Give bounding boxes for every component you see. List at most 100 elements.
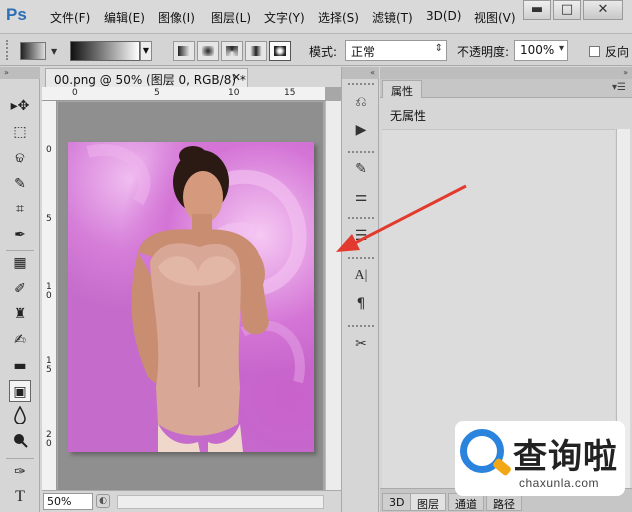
menu-type[interactable]: 文字(Y) bbox=[264, 9, 305, 26]
menu-view[interactable]: 视图(V) bbox=[474, 9, 516, 26]
tab-layers[interactable]: 图层 bbox=[410, 493, 446, 511]
panel-collapse-icon[interactable]: « bbox=[342, 67, 379, 79]
panel-menu-icon[interactable]: ▾☰ bbox=[612, 82, 626, 93]
properties-tab-bar: 属性 ▾☰ bbox=[380, 79, 632, 98]
menu-edit[interactable]: 编辑(E) bbox=[104, 9, 145, 26]
tab-properties[interactable]: 属性 bbox=[382, 80, 422, 98]
opacity-value: 100% bbox=[520, 43, 555, 57]
type-icon[interactable]: T bbox=[9, 486, 31, 508]
ruler-tick-label: 5 bbox=[154, 88, 160, 98]
brush-icon[interactable]: ✐ bbox=[9, 278, 31, 300]
horizontal-scrollbar[interactable] bbox=[117, 495, 324, 509]
panel-grip[interactable] bbox=[348, 217, 374, 221]
lasso-icon[interactable]: ଢ bbox=[9, 147, 31, 169]
gradient-picker-dropdown[interactable]: ▼ bbox=[140, 41, 152, 61]
toolbox-collapse-icon[interactable]: » bbox=[0, 67, 40, 79]
toolbox: » ▸✥ ⬚ ଢ ✎ ⌗ ✒ ▦ ✐ ♜ ✍ ▬ ▣ ✑ T bbox=[0, 67, 40, 512]
gradient-editor-swatch[interactable] bbox=[70, 41, 140, 61]
chevron-down-icon: ▾ bbox=[558, 43, 564, 54]
ruler-tick-label: 15 bbox=[284, 88, 296, 98]
vertical-scrollbar[interactable] bbox=[325, 101, 341, 490]
dodge-shape bbox=[14, 434, 28, 448]
maximize-button[interactable]: □ bbox=[553, 0, 581, 20]
character-panel-icon[interactable]: A| bbox=[350, 265, 372, 287]
quick-select-icon[interactable]: ✎ bbox=[9, 173, 31, 195]
reverse-checkbox[interactable] bbox=[589, 46, 600, 57]
model-photo bbox=[86, 144, 307, 452]
close-icon[interactable]: ✕ bbox=[232, 71, 241, 84]
history-panel-icon[interactable]: ⎌ bbox=[350, 91, 372, 113]
menu-filter[interactable]: 滤镜(T) bbox=[372, 9, 413, 26]
paragraph-panel-icon[interactable]: ¶ bbox=[350, 293, 372, 315]
tool-presets-panel-icon[interactable]: ✂ bbox=[350, 333, 372, 355]
reflected-gradient-icon bbox=[250, 46, 262, 56]
blend-mode-select[interactable]: 正常 ⇕ bbox=[345, 40, 447, 61]
ruler-tick-label: 0 bbox=[46, 145, 52, 155]
linear-gradient-icon bbox=[178, 46, 190, 56]
status-info-icon[interactable]: ◐ bbox=[96, 494, 110, 508]
blur-icon[interactable] bbox=[9, 405, 31, 428]
minimize-button[interactable]: ▬ bbox=[523, 0, 551, 20]
panel-collapse-icon[interactable]: » bbox=[380, 67, 632, 79]
angle-gradient-button[interactable] bbox=[221, 41, 243, 61]
reverse-label: 反向 bbox=[605, 45, 630, 59]
toolbox-divider bbox=[6, 250, 34, 251]
zoom-field[interactable]: 50% bbox=[43, 493, 93, 510]
toolbox-divider bbox=[6, 458, 34, 459]
tool-preset-picker[interactable] bbox=[20, 42, 46, 60]
document-tab-title: 00.png @ 50% (图层 0, RGB/8) * bbox=[54, 73, 246, 87]
eraser-icon[interactable]: ▬ bbox=[9, 355, 31, 377]
actions-panel-icon[interactable]: ▶ bbox=[350, 119, 372, 141]
canvas-image[interactable] bbox=[68, 142, 314, 452]
ruler-tick-label: 10 bbox=[228, 88, 240, 98]
layer-comps-panel-icon[interactable]: ☰ bbox=[350, 225, 372, 247]
panel-grip[interactable] bbox=[348, 325, 374, 329]
watermark-chinese-text: 查询啦 bbox=[513, 437, 618, 477]
adjustments-panel-icon[interactable]: ⚌ bbox=[350, 186, 372, 208]
properties-content: 无属性 bbox=[390, 109, 427, 123]
photoshop-logo: Ps bbox=[6, 5, 27, 24]
watermark-url: chaxunla.com bbox=[519, 476, 600, 490]
marquee-icon[interactable]: ⬚ bbox=[9, 121, 31, 143]
reflected-gradient-button[interactable] bbox=[245, 41, 267, 61]
menu-3d[interactable]: 3D(D) bbox=[426, 9, 461, 23]
angle-gradient-icon bbox=[226, 46, 238, 56]
chevron-down-icon[interactable]: ▼ bbox=[51, 47, 57, 56]
radial-gradient-button[interactable] bbox=[197, 41, 219, 61]
vertical-ruler[interactable]: 0 5 1 0 1 5 2 0 bbox=[42, 101, 57, 490]
panel-icon-column: « ⎌ ▶ ✎ ⚌ ☰ A| ¶ ✂ bbox=[341, 67, 379, 512]
updown-arrow-icon: ⇕ bbox=[434, 43, 443, 54]
blur-drop-shape bbox=[14, 405, 26, 425]
panel-grip[interactable] bbox=[348, 83, 374, 87]
options-bar-grip[interactable] bbox=[6, 40, 10, 60]
panel-grip[interactable] bbox=[348, 257, 374, 261]
menu-select[interactable]: 选择(S) bbox=[318, 9, 359, 26]
eyedropper-icon[interactable]: ✒ bbox=[9, 224, 31, 246]
opacity-field[interactable]: 100% ▾ bbox=[514, 40, 568, 61]
menu-layer[interactable]: 图层(L) bbox=[211, 9, 251, 26]
move-icon[interactable]: ▸✥ bbox=[9, 95, 31, 117]
tab-3d[interactable]: 3D bbox=[382, 493, 412, 511]
pen-icon[interactable]: ✑ bbox=[9, 461, 31, 483]
gradient-icon[interactable]: ▣ bbox=[9, 380, 31, 402]
dodge-icon[interactable] bbox=[9, 431, 31, 453]
panel-grip[interactable] bbox=[348, 151, 374, 155]
menu-file[interactable]: 文件(F) bbox=[50, 9, 90, 26]
ruler-tick-label: 1 0 bbox=[46, 282, 52, 301]
history-brush-icon[interactable]: ✍ bbox=[9, 329, 31, 351]
watermark-search-icon bbox=[460, 429, 504, 473]
healing-brush-icon[interactable]: ▦ bbox=[9, 252, 31, 274]
close-button[interactable]: ✕ bbox=[583, 0, 623, 20]
crop-icon[interactable]: ⌗ bbox=[9, 198, 31, 220]
ruler-tick-label: 5 bbox=[46, 214, 52, 224]
blend-mode-value: 正常 bbox=[351, 45, 376, 59]
document-tab[interactable]: 00.png @ 50% (图层 0, RGB/8) * ✕ bbox=[45, 68, 248, 87]
brush-presets-panel-icon[interactable]: ✎ bbox=[350, 158, 372, 180]
clone-stamp-icon[interactable]: ♜ bbox=[9, 303, 31, 325]
diamond-gradient-button[interactable] bbox=[269, 41, 291, 61]
horizontal-ruler[interactable]: 0 5 10 15 bbox=[42, 87, 325, 101]
linear-gradient-button[interactable] bbox=[173, 41, 195, 61]
diamond-gradient-icon bbox=[274, 46, 286, 56]
menu-image[interactable]: 图像(I) bbox=[158, 9, 195, 26]
radial-gradient-icon bbox=[202, 46, 214, 56]
